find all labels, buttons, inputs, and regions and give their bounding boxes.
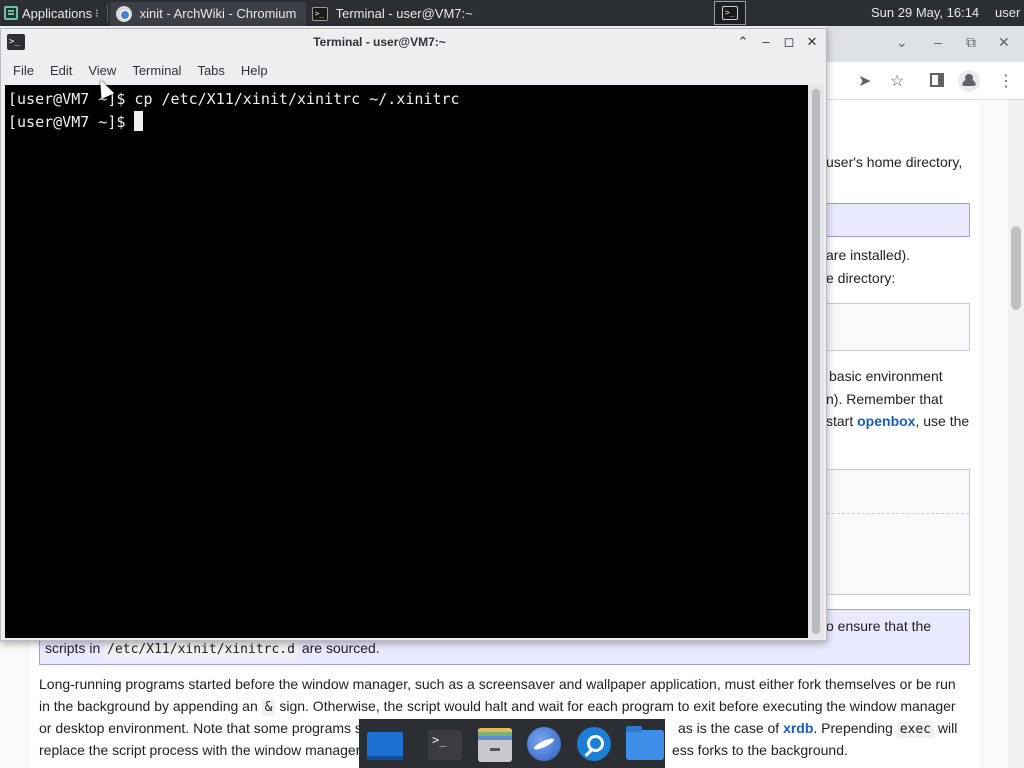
terminal-titlebar[interactable]: >_ Terminal - user@VM7:~ ⌃ – ◻ ✕ — [1, 29, 826, 57]
terminal-line: [user@VM7 ~]$ — [8, 111, 460, 134]
folder-icon — [626, 725, 664, 760]
taskbar-item-terminal[interactable]: >_ Terminal - user@VM7:~ — [306, 2, 502, 26]
article-paragraph-line: as is the case of xrdb. Prepending exec … — [678, 720, 958, 738]
minimize-button[interactable]: – — [934, 34, 942, 50]
web-browser-icon — [527, 726, 561, 761]
window-title: Terminal - user@VM7:~ — [313, 35, 446, 49]
menu-edit[interactable]: Edit — [42, 60, 80, 82]
profile-avatar-icon[interactable] — [958, 70, 980, 92]
close-button[interactable]: ✕ — [998, 34, 1010, 51]
note-box — [826, 203, 970, 237]
code-path: /etc/X11/xinit/xinitrc.d — [104, 641, 298, 658]
show-desktop-button[interactable] — [364, 724, 404, 764]
dock-web-browser-button[interactable] — [524, 724, 564, 764]
text-cursor — [134, 111, 144, 131]
maximize-button[interactable]: ◻ — [780, 33, 798, 51]
menu-help[interactable]: Help — [233, 60, 276, 82]
code-block — [826, 303, 970, 351]
article-text: are installed). — [826, 247, 911, 263]
terminal-screen[interactable]: [user@VM7 ~]$ cp /etc/X11/xinit/xinitrc … — [5, 85, 808, 638]
terminal-icon: >_ — [311, 6, 328, 21]
page-scrollbar[interactable] — [1008, 100, 1024, 768]
page-scrollbar-thumb[interactable] — [1011, 226, 1021, 310]
close-button[interactable]: ✕ — [803, 33, 821, 51]
panel-separator — [106, 4, 108, 22]
article-text: o ensure that the — [826, 618, 932, 634]
send-icon[interactable]: ➤ — [858, 71, 871, 91]
bookmark-star-icon[interactable]: ☆ — [890, 71, 904, 91]
restore-button[interactable]: ⧉ — [966, 34, 976, 51]
article-paragraph-line: or desktop environment. Note that some p… — [39, 720, 362, 736]
search-icon — [577, 726, 611, 761]
terminal-menubar: File Edit View Terminal Tabs Help — [1, 57, 826, 85]
dock-terminal-button[interactable]: >_ — [424, 724, 464, 764]
article-text: start openbox, use the — [826, 413, 970, 429]
user-menu[interactable]: user — [995, 0, 1020, 26]
minimize-button[interactable]: – — [757, 33, 775, 51]
xrdb-link[interactable]: xrdb — [783, 720, 813, 736]
dock-home-folder-button[interactable] — [624, 724, 664, 764]
code-block — [826, 469, 970, 595]
desktop-icon — [367, 731, 403, 760]
terminal-icon: >_ — [428, 729, 462, 760]
article-text: basic environment — [829, 368, 943, 384]
article-text: n). Remember that — [826, 391, 943, 407]
article-text: scripts in /etc/X11/xinit/xinitrc.d are … — [45, 640, 380, 658]
openbox-link[interactable]: openbox — [857, 413, 915, 429]
more-menu-icon[interactable]: ⋮ — [998, 71, 1014, 91]
article-text: user's home directory, — [826, 154, 963, 170]
article-paragraph-line: replace the script process with the wind… — [39, 742, 361, 758]
menu-grip-icon: ⁝ — [95, 7, 99, 20]
applications-icon — [4, 6, 18, 20]
top-panel: Applications ⁝ xinit - ArchWiki - Chromi… — [0, 0, 1024, 26]
terminal-output: [user@VM7 ~]$ cp /etc/X11/xinit/xinitrc … — [8, 88, 460, 134]
workspace-switcher[interactable]: >_ — [714, 1, 746, 25]
applications-menu-button[interactable]: Applications ⁝ — [0, 0, 105, 26]
side-panel-icon[interactable] — [930, 73, 944, 87]
taskbar-item-label: Terminal - user@VM7:~ — [335, 6, 473, 21]
applications-label: Applications — [22, 5, 93, 21]
article-paragraph-line: in the background by appending an & sign… — [39, 698, 956, 716]
terminal-window[interactable]: >_ Terminal - user@VM7:~ ⌃ – ◻ ✕ File Ed… — [0, 28, 827, 641]
file-cabinet-icon — [478, 727, 512, 762]
browser-toolbar: ➤ ☆ ⋮ — [826, 62, 1024, 100]
taskbar-item-chromium[interactable]: xinit - ArchWiki - Chromium — [109, 1, 306, 26]
terminal-icon: >_ — [722, 6, 738, 20]
dock: >_ — [359, 719, 665, 768]
tab-search-icon[interactable]: ⌄ — [896, 34, 908, 51]
menu-terminal[interactable]: Terminal — [124, 60, 189, 82]
clock[interactable]: Sun 29 May, 16:14 — [871, 0, 979, 26]
chromium-icon — [115, 5, 132, 22]
terminal-scrollbar-thumb[interactable] — [812, 89, 820, 634]
article-paragraph-line: Long-running programs started before the… — [39, 676, 956, 692]
article-text: e directory: — [826, 270, 896, 286]
shade-button[interactable]: ⌃ — [734, 33, 752, 51]
dock-app-finder-button[interactable] — [574, 724, 614, 764]
terminal-line: [user@VM7 ~]$ cp /etc/X11/xinit/xinitrc … — [8, 90, 460, 108]
article-paragraph-line: ess forks to the background. — [672, 742, 848, 758]
dock-file-manager-button[interactable] — [474, 724, 514, 764]
menu-tabs[interactable]: Tabs — [189, 60, 232, 82]
taskbar-item-label: xinit - ArchWiki - Chromium — [139, 6, 297, 21]
menu-file[interactable]: File — [5, 60, 42, 82]
browser-titlebar: ⌄ – ⧉ ✕ — [826, 26, 1024, 62]
